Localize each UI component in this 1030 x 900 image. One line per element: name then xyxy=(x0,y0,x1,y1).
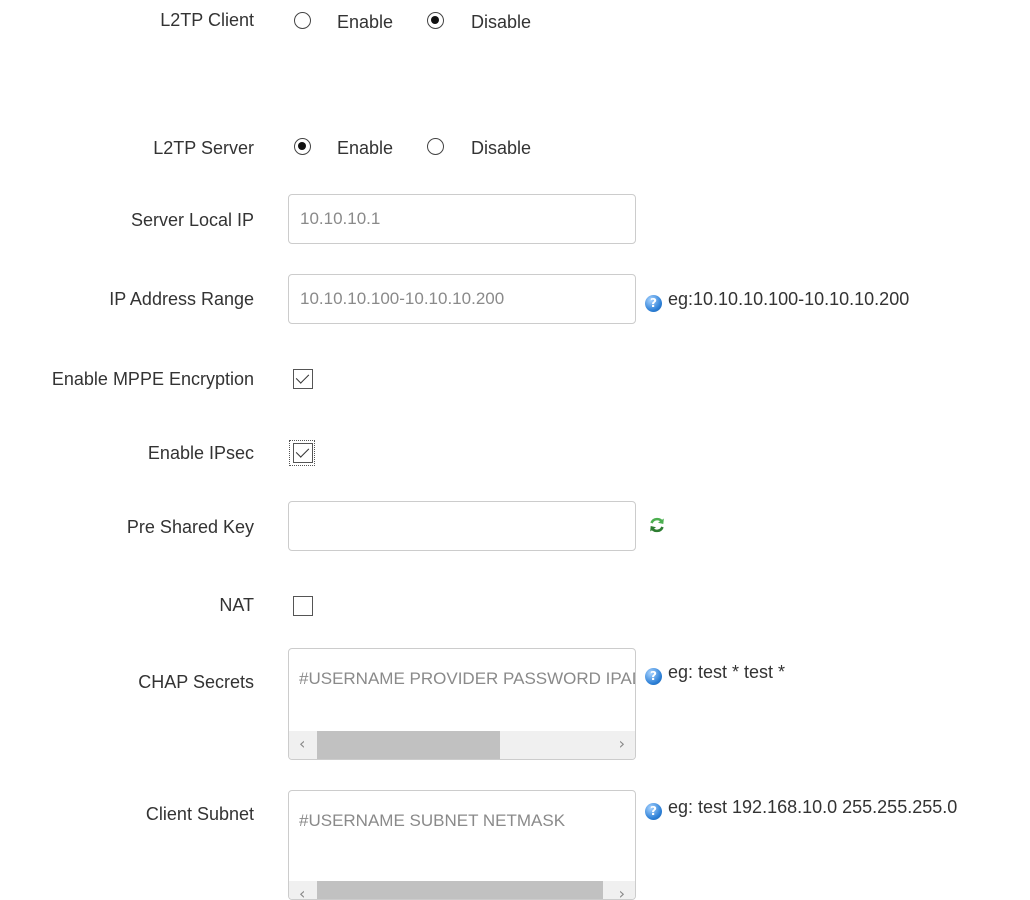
scroll-thumb[interactable] xyxy=(317,881,603,899)
server-local-ip-label: Server Local IP xyxy=(130,210,254,230)
client-subnet-help-text: eg: test 192.168.10.0 255.255.255.0 xyxy=(668,797,958,817)
mppe-checkbox[interactable] xyxy=(293,369,313,389)
l2tp-client-enable-label: Enable xyxy=(337,12,394,32)
ip-address-range-label: IP Address Range xyxy=(109,289,254,309)
l2tp-client-label: L2TP Client xyxy=(160,10,254,30)
refresh-icon[interactable] xyxy=(647,515,667,535)
client-subnet-scrollbar[interactable]: ‹ › xyxy=(289,881,635,899)
ip-address-range-help-text: eg:10.10.10.100-10.10.10.200 xyxy=(668,289,910,309)
l2tp-server-enable-radio[interactable] xyxy=(294,138,311,155)
ip-address-range-help: ? eg:10.10.10.100-10.10.10.200 xyxy=(645,289,909,312)
client-subnet-label: Client Subnet xyxy=(145,804,254,824)
mppe-label: Enable MPPE Encryption xyxy=(51,369,254,389)
server-local-ip-input[interactable]: 10.10.10.1 xyxy=(288,194,636,244)
scroll-left-icon[interactable]: ‹ xyxy=(299,734,305,753)
chap-secrets-textarea[interactable]: #USERNAME PROVIDER PASSWORD IPADDRESS ‹ … xyxy=(288,648,636,760)
scroll-right-icon[interactable]: › xyxy=(619,884,625,899)
ip-address-range-input[interactable]: 10.10.10.100-10.10.10.200 xyxy=(288,274,636,324)
l2tp-client-enable-radio[interactable] xyxy=(294,12,311,29)
l2tp-client-disable-radio[interactable] xyxy=(427,12,444,29)
pre-shared-key-label: Pre Shared Key xyxy=(126,517,254,537)
scroll-thumb[interactable] xyxy=(317,731,500,759)
help-icon[interactable]: ? xyxy=(645,668,662,685)
scroll-left-icon[interactable]: ‹ xyxy=(299,884,305,899)
client-subnet-textarea[interactable]: #USERNAME SUBNET NETMASK ‹ › xyxy=(288,790,636,900)
chap-secrets-help-text: eg: test * test * xyxy=(668,662,786,682)
l2tp-server-disable-label: Disable xyxy=(471,138,532,158)
ipsec-checkbox[interactable] xyxy=(293,443,313,463)
scroll-right-icon[interactable]: › xyxy=(619,734,625,753)
l2tp-client-disable-label: Disable xyxy=(471,12,532,32)
help-icon[interactable]: ? xyxy=(645,803,662,820)
nat-label: NAT xyxy=(219,595,254,615)
chap-secrets-scrollbar[interactable]: ‹ › xyxy=(289,731,635,759)
client-subnet-help: ? eg: test 192.168.10.0 255.255.255.0 xyxy=(645,797,957,820)
chap-secrets-help: ? eg: test * test * xyxy=(645,662,785,685)
l2tp-server-disable-radio[interactable] xyxy=(427,138,444,155)
help-icon[interactable]: ? xyxy=(645,295,662,312)
l2tp-server-enable-label: Enable xyxy=(337,138,394,158)
chap-secrets-text: #USERNAME PROVIDER PASSWORD IPADDRESS xyxy=(299,669,635,688)
l2tp-server-label: L2TP Server xyxy=(153,138,254,158)
chap-secrets-label: CHAP Secrets xyxy=(138,672,254,692)
pre-shared-key-input[interactable] xyxy=(288,501,636,551)
client-subnet-text: #USERNAME SUBNET NETMASK xyxy=(299,811,566,830)
nat-checkbox[interactable] xyxy=(293,596,313,616)
ipsec-label: Enable IPsec xyxy=(147,443,254,463)
